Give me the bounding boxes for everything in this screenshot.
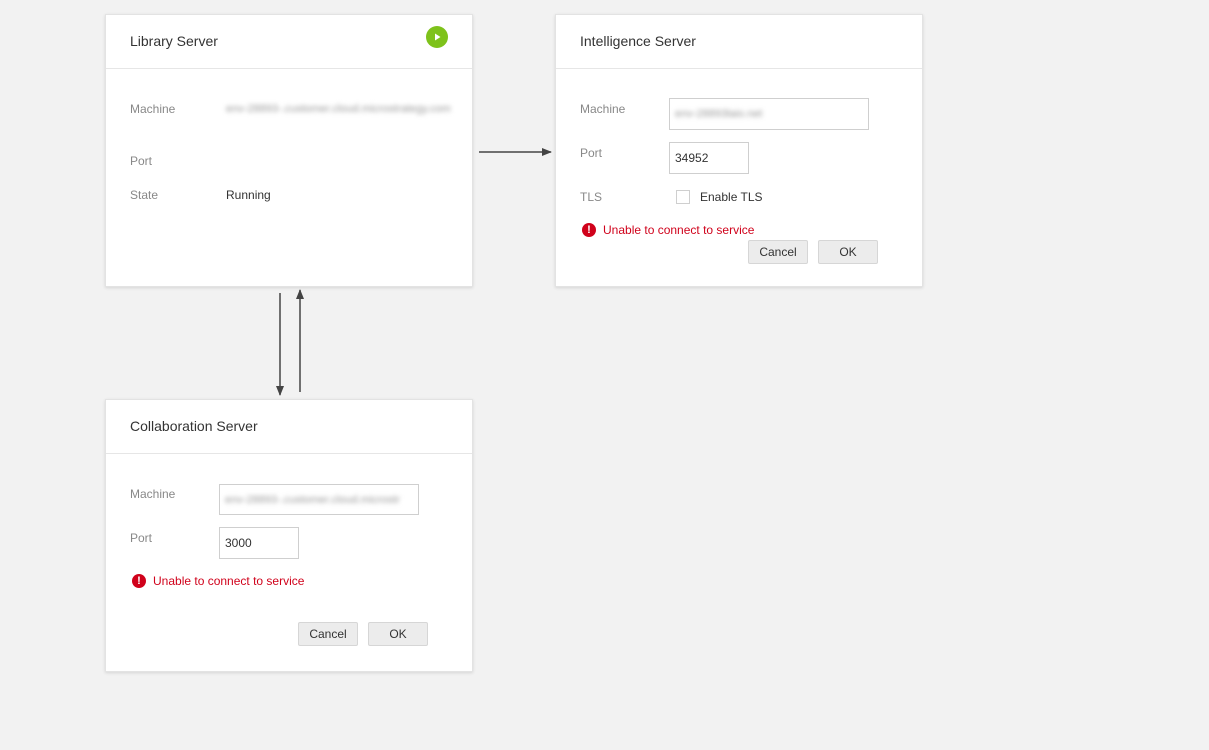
- cancel-button[interactable]: Cancel: [748, 240, 808, 264]
- port-input[interactable]: 34952: [669, 142, 749, 174]
- intelligence-server-card: Intelligence Server Machine env-28893lai…: [555, 14, 923, 287]
- machine-value: env-28893-.customer.cloud.microstrategy.…: [226, 103, 451, 115]
- error-message: ! Unable to connect to service: [132, 574, 304, 588]
- port-label: Port: [130, 154, 153, 168]
- machine-label: Machine: [580, 102, 626, 116]
- intelligence-server-header: Intelligence Server: [556, 15, 922, 69]
- machine-label: Machine: [130, 102, 176, 116]
- enable-tls-checkbox[interactable]: [676, 190, 690, 204]
- port-label: Port: [580, 146, 603, 160]
- cancel-button[interactable]: Cancel: [298, 622, 358, 646]
- collaboration-server-header: Collaboration Server: [106, 400, 472, 454]
- port-input[interactable]: 3000: [219, 527, 299, 559]
- ok-button[interactable]: OK: [368, 622, 428, 646]
- tls-label: TLS: [580, 190, 603, 204]
- collaboration-server-card: Collaboration Server Machine env-28893-.…: [105, 399, 473, 672]
- ok-button[interactable]: OK: [818, 240, 878, 264]
- error-icon: !: [582, 223, 596, 237]
- machine-input[interactable]: env-28893laio.net: [669, 98, 869, 130]
- port-input-value: 3000: [225, 536, 252, 550]
- error-text: Unable to connect to service: [603, 223, 755, 237]
- machine-label: Machine: [130, 487, 176, 501]
- collaboration-server-title: Collaboration Server: [130, 418, 258, 434]
- library-server-title: Library Server: [130, 33, 218, 49]
- intelligence-server-title: Intelligence Server: [580, 33, 696, 49]
- error-message: ! Unable to connect to service: [582, 223, 754, 237]
- play-icon[interactable]: [426, 26, 448, 48]
- error-text: Unable to connect to service: [153, 574, 305, 588]
- library-server-header: Library Server: [106, 15, 472, 69]
- machine-input-value: env-28893laio.net: [675, 108, 763, 120]
- state-label: State: [130, 188, 159, 202]
- error-icon: !: [132, 574, 146, 588]
- state-value: Running: [226, 188, 271, 202]
- machine-input[interactable]: env-28893-.customer.cloud.microstr: [219, 484, 419, 515]
- machine-input-value: env-28893-.customer.cloud.microstr: [225, 493, 400, 506]
- library-server-card: Library Server Machine env-28893-.custom…: [105, 14, 473, 287]
- port-label: Port: [130, 531, 153, 545]
- enable-tls-label[interactable]: Enable TLS: [700, 190, 763, 204]
- port-input-value: 34952: [675, 151, 709, 165]
